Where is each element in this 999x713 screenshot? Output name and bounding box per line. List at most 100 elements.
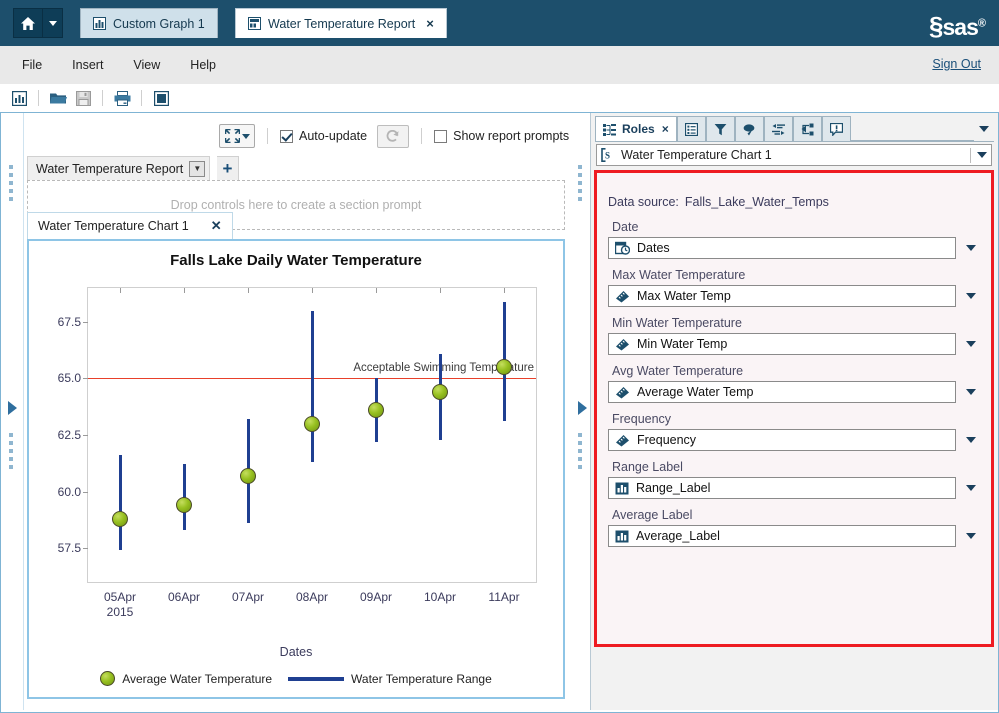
refresh-button[interactable] — [377, 125, 409, 148]
water-temperature-chart[interactable]: Falls Lake Daily Water Temperature 57.56… — [27, 239, 565, 699]
home-icon — [20, 16, 36, 31]
chart-x-tick-mark — [248, 288, 249, 293]
tab-roles-close-icon[interactable]: × — [662, 122, 669, 136]
report-icon — [248, 17, 261, 30]
tab-filters[interactable] — [706, 116, 735, 141]
category-icon — [615, 482, 629, 495]
chart-average-marker[interactable] — [112, 511, 128, 527]
role-field-dropdown-icon[interactable] — [966, 245, 976, 251]
new-report-button[interactable] — [8, 87, 30, 109]
collapse-right-panel-button[interactable] — [578, 401, 587, 415]
role-field-dropdown-icon[interactable] — [966, 533, 976, 539]
role-field-min-water-temperature[interactable]: Min Water Temp — [608, 333, 956, 355]
chart-average-marker[interactable] — [240, 468, 256, 484]
role-label: Avg Water Temperature — [612, 364, 982, 378]
role-field-avg-water-temperature[interactable]: Average Water Temp — [608, 381, 956, 403]
app-tab-close-icon[interactable]: × — [426, 16, 434, 31]
expand-icon — [225, 129, 240, 143]
chevron-down-icon — [49, 21, 57, 26]
section-tab[interactable]: Water Temperature Report ▼ — [27, 156, 210, 180]
chevron-down-icon — [242, 134, 250, 139]
toolbar-divider — [102, 90, 103, 106]
splitter-grip-bottom[interactable] — [578, 433, 584, 473]
save-button[interactable] — [72, 87, 94, 109]
role-field-dropdown-icon[interactable] — [966, 389, 976, 395]
role-field-frequency[interactable]: Frequency — [608, 429, 956, 451]
show-report-prompts-checkbox[interactable] — [434, 130, 447, 143]
tab-alerts[interactable] — [822, 116, 851, 141]
role-field-dropdown-icon[interactable] — [966, 293, 976, 299]
chart-x-tick-label: 10Apr — [424, 582, 456, 605]
open-button[interactable] — [47, 87, 69, 109]
role-field-average-label[interactable]: Average_Label — [608, 525, 956, 547]
toolbar-divider — [421, 128, 422, 144]
object-selector[interactable]: S Water Temperature Chart 1 — [596, 144, 992, 166]
measure-icon — [615, 290, 630, 303]
menu-item-view[interactable]: View — [133, 58, 160, 72]
chart-x-tick-label: 09Apr — [360, 582, 392, 605]
data-source-value: Falls_Lake_Water_Temps — [685, 195, 829, 209]
sign-out-link[interactable]: Sign Out — [932, 57, 981, 71]
maximize-view-button[interactable] — [219, 124, 255, 148]
tab-roles[interactable]: Roles × — [595, 116, 677, 141]
role-field-dropdown-icon[interactable] — [966, 485, 976, 491]
tab-ranks[interactable] — [735, 116, 764, 141]
menu-item-file[interactable]: File — [22, 58, 42, 72]
panel-tabs-overflow-button[interactable] — [974, 116, 994, 141]
chart-object-close-icon[interactable]: ✕ — [211, 218, 222, 234]
menu-item-insert[interactable]: Insert — [72, 58, 103, 72]
home-button[interactable] — [13, 8, 43, 38]
chart-legend-item[interactable]: Average Water Temperature — [100, 671, 272, 686]
app-tab-custom-graph[interactable]: Custom Graph 1 — [80, 8, 218, 38]
chart-average-marker[interactable] — [432, 384, 448, 400]
chart-average-marker[interactable] — [176, 497, 192, 513]
legend-line-icon — [288, 677, 344, 681]
role-field-value: Frequency — [637, 433, 696, 447]
object-selector-dropdown-icon[interactable] — [977, 152, 987, 158]
auto-update-checkbox[interactable] — [280, 130, 293, 143]
chart-average-marker[interactable] — [304, 416, 320, 432]
role-field-max-water-temperature[interactable]: Max Water Temp — [608, 285, 956, 307]
tab-properties[interactable] — [677, 116, 706, 141]
role-field-row: Dates — [608, 237, 982, 259]
app-tab-label: Custom Graph 1 — [113, 17, 205, 31]
chart-range-bar[interactable] — [119, 455, 122, 550]
chart-average-marker[interactable] — [368, 402, 384, 418]
tab-sort[interactable] — [764, 116, 793, 141]
role-field-date[interactable]: Dates — [608, 237, 956, 259]
svg-text:S: S — [605, 151, 610, 161]
role-field-dropdown-icon[interactable] — [966, 437, 976, 443]
tab-interactions[interactable] — [793, 116, 822, 141]
role-field-value: Min Water Temp — [637, 337, 727, 351]
center-splitter — [573, 113, 589, 710]
role-label: Date — [612, 220, 982, 234]
rail-grip-bottom[interactable] — [9, 433, 15, 473]
rail-grip-top[interactable] — [9, 165, 15, 205]
properties-icon — [685, 123, 698, 136]
expand-left-panel-button[interactable] — [8, 401, 17, 415]
chart-object-tab[interactable]: Water Temperature Chart 1 ✕ — [27, 212, 233, 239]
home-dropdown-button[interactable] — [43, 8, 63, 38]
new-report-icon — [12, 91, 27, 106]
layout-button[interactable] — [150, 87, 172, 109]
auto-update-label: Auto-update — [299, 129, 367, 143]
filters-icon — [714, 123, 727, 136]
chart-average-marker[interactable] — [496, 359, 512, 375]
save-icon — [76, 91, 91, 106]
app-tab-water-temperature-report[interactable]: Water Temperature Report × — [235, 8, 447, 38]
print-button[interactable] — [111, 87, 133, 109]
chart-legend-label: Average Water Temperature — [122, 672, 272, 686]
menu-item-help[interactable]: Help — [190, 58, 216, 72]
splitter-grip-top[interactable] — [578, 165, 584, 205]
interactions-icon — [801, 123, 814, 136]
role-field-value: Average_Label — [636, 529, 720, 543]
alerts-icon — [830, 123, 843, 136]
section-tab-menu-button[interactable]: ▼ — [189, 161, 205, 177]
role-field-range-label[interactable]: Range_Label — [608, 477, 956, 499]
add-section-button[interactable]: + — [217, 156, 239, 180]
chart-x-tick-label: 06Apr — [168, 582, 200, 605]
role-field-dropdown-icon[interactable] — [966, 341, 976, 347]
chart-range-bar[interactable] — [311, 311, 314, 463]
chart-legend-item[interactable]: Water Temperature Range — [288, 672, 492, 686]
role-field-row: Range_Label — [608, 477, 982, 499]
